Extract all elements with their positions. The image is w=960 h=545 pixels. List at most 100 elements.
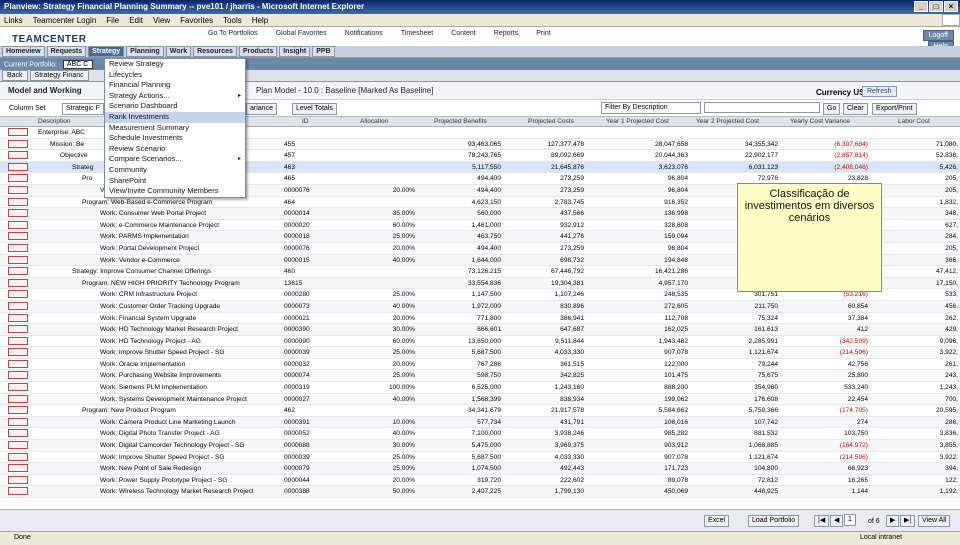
row-actions-icon[interactable] bbox=[8, 371, 28, 380]
clear-button[interactable]: Clear bbox=[843, 103, 868, 115]
col-labor-cost[interactable]: Labor Cost bbox=[898, 118, 930, 125]
nav-work[interactable]: Work bbox=[165, 46, 192, 57]
row-actions-icon[interactable] bbox=[8, 232, 28, 241]
table-row[interactable]: Work: Siemens PLM Implementation 0000319 1… bbox=[0, 382, 960, 394]
menu-item[interactable]: Community bbox=[105, 165, 245, 176]
go-to-portfolios-link[interactable]: Go To Portfolios bbox=[208, 30, 258, 37]
tab-strategy-financial[interactable]: Strategy Financ bbox=[29, 70, 89, 81]
row-actions-icon[interactable] bbox=[8, 128, 28, 136]
go-button[interactable]: Go bbox=[823, 103, 841, 115]
row-actions-icon[interactable] bbox=[8, 209, 28, 218]
cell-description[interactable]: Work: e-Commerce Maintenance Project bbox=[100, 222, 219, 229]
reports-link[interactable]: Reports bbox=[494, 30, 519, 37]
excel-button[interactable]: Excel bbox=[704, 515, 730, 527]
print-link[interactable]: Print bbox=[536, 30, 550, 37]
row-actions-icon[interactable] bbox=[8, 348, 28, 357]
cell-description[interactable]: Work: Vendor e-Commerce bbox=[100, 257, 180, 264]
cell-description[interactable]: Work: Siemens PLM Implementation bbox=[100, 384, 207, 391]
row-actions-icon[interactable] bbox=[8, 162, 28, 171]
menu-item[interactable]: Measurement Summary bbox=[105, 123, 245, 134]
back-button[interactable]: Back bbox=[2, 70, 28, 81]
cell-description[interactable]: Enterprise: ABC bbox=[38, 129, 85, 136]
cell-description[interactable]: Work: New Point of Sale Redesign bbox=[100, 465, 201, 472]
global-favorites-link[interactable]: Global Favorites bbox=[276, 30, 327, 37]
logoff-button[interactable]: Logoff bbox=[922, 30, 954, 41]
menu-item[interactable]: Schedule Investments bbox=[105, 133, 245, 144]
row-actions-icon[interactable] bbox=[8, 313, 28, 322]
close-icon[interactable]: × bbox=[944, 1, 958, 12]
nav-products[interactable]: Products bbox=[238, 46, 278, 57]
row-actions-icon[interactable] bbox=[8, 359, 28, 368]
table-row[interactable]: Work: Digital Camcorder Technology Proje… bbox=[0, 440, 960, 452]
row-actions-icon[interactable] bbox=[8, 394, 28, 403]
row-actions-icon[interactable] bbox=[8, 487, 28, 496]
menu-item[interactable]: Strategy Actions... ▸ bbox=[105, 91, 245, 102]
export-print-button[interactable]: Export/Print bbox=[872, 103, 917, 115]
page-select[interactable]: 1 bbox=[844, 514, 856, 526]
view-all-button[interactable]: View All bbox=[918, 515, 951, 527]
row-actions-icon[interactable] bbox=[8, 406, 28, 415]
table-row[interactable]: Work: Purchasing Website Improvements 000… bbox=[0, 370, 960, 383]
cell-description[interactable]: Work: Customer Order Tracking Upgrade bbox=[100, 303, 220, 310]
row-actions-icon[interactable] bbox=[8, 243, 28, 252]
table-row[interactable]: Work: Systems Development Maintenance Pr… bbox=[0, 393, 960, 406]
column-set-select[interactable]: Strategic F bbox=[62, 103, 104, 115]
row-actions-icon[interactable] bbox=[8, 452, 28, 461]
table-row[interactable]: Work: Improve Shutter Speed Project - SG… bbox=[0, 347, 960, 359]
filter-select[interactable]: Filter By Description bbox=[601, 102, 701, 114]
row-actions-icon[interactable] bbox=[8, 197, 28, 206]
menu-item[interactable]: Financial Planning bbox=[105, 80, 245, 91]
file-menu[interactable]: File bbox=[106, 16, 119, 25]
row-actions-icon[interactable] bbox=[8, 383, 28, 392]
cell-description[interactable]: Work: Systems Development Maintenance Pr… bbox=[100, 396, 247, 403]
row-actions-icon[interactable] bbox=[8, 441, 28, 450]
row-actions-icon[interactable] bbox=[8, 429, 28, 438]
table-row[interactable]: Work: Digital Photo Transfer Project - A… bbox=[0, 428, 960, 441]
row-actions-icon[interactable] bbox=[8, 290, 28, 299]
cell-description[interactable]: Strategy: Improve Consumer Channel Offer… bbox=[72, 268, 211, 275]
portfolio-select[interactable]: ABC C bbox=[62, 60, 93, 69]
col-id[interactable]: ID bbox=[302, 118, 309, 125]
menu-item[interactable]: Review Strategy bbox=[105, 59, 245, 70]
prev-page-icon[interactable]: ◀ bbox=[830, 515, 844, 527]
menu-item[interactable]: Lifecycles bbox=[105, 70, 245, 81]
cell-description[interactable]: Pro bbox=[82, 175, 92, 182]
menu-item[interactable]: Scenario Dashboard bbox=[105, 101, 245, 112]
maximize-icon[interactable]: □ bbox=[929, 1, 943, 12]
row-actions-icon[interactable] bbox=[8, 220, 28, 229]
level-totals-button[interactable]: Level Totals bbox=[292, 103, 337, 115]
tools-menu[interactable]: Tools bbox=[223, 16, 242, 25]
row-actions-icon[interactable] bbox=[8, 267, 28, 276]
cell-description[interactable]: Work: PARMS Implementation bbox=[100, 233, 189, 240]
table-row[interactable]: Work: Wireless Technology Market Researc… bbox=[0, 486, 960, 498]
row-actions-icon[interactable] bbox=[8, 301, 28, 310]
row-actions-icon[interactable] bbox=[8, 336, 28, 345]
cell-description[interactable]: Work: Portal Development Project bbox=[100, 245, 199, 252]
table-row[interactable]: Work: HD Technology Project - AG 0000090 6… bbox=[0, 336, 960, 348]
nav-ppb[interactable]: PPB bbox=[312, 46, 335, 57]
cell-description[interactable]: Work: HD Technology Market Research Proj… bbox=[100, 326, 238, 333]
cell-description[interactable]: Mission: Be bbox=[50, 141, 84, 148]
menu-item[interactable]: Compare Scenarios... ▸ bbox=[105, 154, 245, 165]
row-actions-icon[interactable] bbox=[8, 417, 28, 426]
links-menu[interactable]: Links bbox=[4, 16, 23, 25]
cell-description[interactable]: Work: Camera Product Line Marketing Laun… bbox=[100, 419, 235, 426]
nav-resources[interactable]: Resources bbox=[193, 46, 237, 57]
cell-description[interactable]: Work: Digital Camcorder Technology Proje… bbox=[100, 442, 245, 449]
col-description[interactable]: Description bbox=[38, 118, 71, 125]
row-actions-icon[interactable] bbox=[8, 325, 28, 334]
timesheet-link[interactable]: Timesheet bbox=[401, 30, 433, 37]
variance-button[interactable]: ariance bbox=[246, 103, 277, 115]
table-row[interactable]: Work: Financial System Upgrade 0000021 20.… bbox=[0, 313, 960, 325]
cell-description[interactable]: Work: Oracle Implementation bbox=[100, 361, 185, 368]
cell-description[interactable]: Work: Wireless Technology Market Researc… bbox=[100, 488, 254, 495]
row-actions-icon[interactable] bbox=[8, 174, 28, 183]
row-actions-icon[interactable] bbox=[8, 278, 28, 287]
table-row[interactable]: Work: Power Supply Prototype Project - S… bbox=[0, 475, 960, 487]
cell-description[interactable]: Work: CRM Infrastructure Project bbox=[100, 291, 197, 298]
col-year1-cost[interactable]: Year 1 Projected Cost bbox=[606, 118, 669, 125]
col-projected-benefits[interactable]: Projected Benefits bbox=[434, 118, 487, 125]
col-projected-costs[interactable]: Projected Costs bbox=[528, 118, 574, 125]
filter-input[interactable] bbox=[704, 102, 820, 113]
col-allocation[interactable]: Allocation bbox=[360, 118, 388, 125]
